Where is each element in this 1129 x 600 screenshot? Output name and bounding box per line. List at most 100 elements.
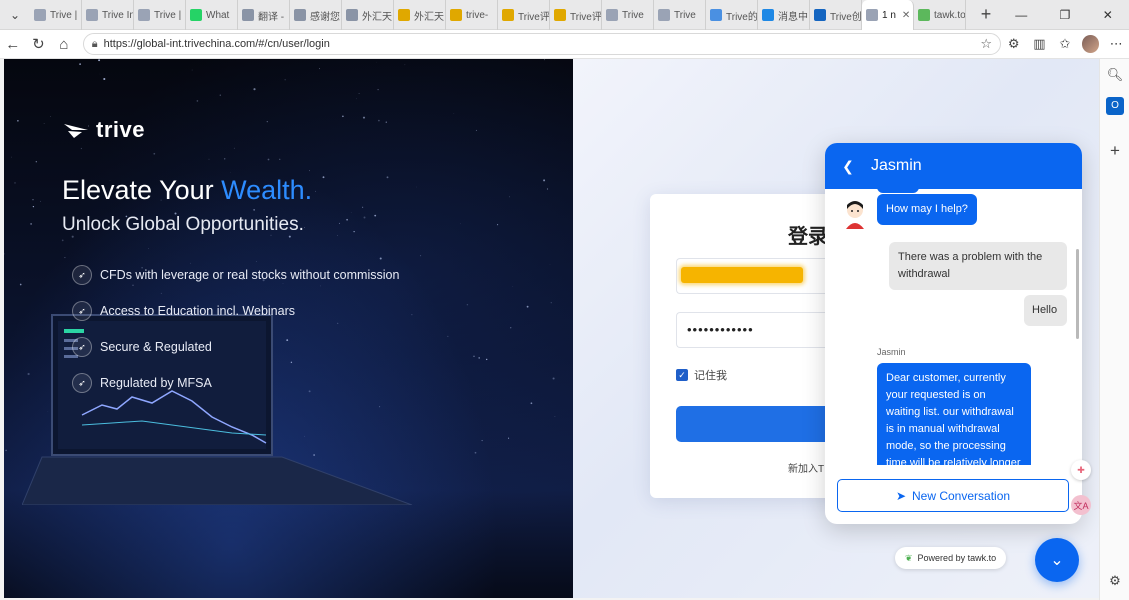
browser-tab[interactable]: 1 n ✕ bbox=[862, 0, 914, 30]
star bbox=[99, 73, 101, 75]
outlook-icon[interactable]: O bbox=[1106, 97, 1124, 115]
promo-headline: Elevate Your Wealth. bbox=[62, 175, 312, 206]
star bbox=[404, 64, 406, 66]
tawk-leaf-icon: ❦ bbox=[905, 552, 913, 563]
star bbox=[358, 92, 360, 95]
chat-messages[interactable]: How may I help? There was a problem with… bbox=[825, 189, 1082, 465]
browser-tab[interactable]: 外汇天 bbox=[394, 0, 446, 30]
star bbox=[253, 209, 255, 211]
star bbox=[17, 119, 19, 122]
tab-label: 消息中 bbox=[778, 11, 808, 23]
star bbox=[4, 253, 5, 255]
star bbox=[5, 449, 7, 452]
star bbox=[353, 230, 355, 233]
split-screen-icon[interactable]: ▥ bbox=[1027, 36, 1053, 52]
remember-me-row[interactable]: ✓ 记住我 bbox=[676, 367, 727, 383]
profile-avatar[interactable] bbox=[1081, 35, 1100, 53]
browser-tab[interactable]: Trive创 bbox=[810, 0, 862, 30]
browser-tab[interactable]: Trive bbox=[654, 0, 706, 30]
login-button[interactable] bbox=[676, 406, 840, 442]
tab-label: 外汇天 bbox=[414, 11, 444, 23]
star bbox=[543, 179, 546, 182]
translate-float-icon[interactable]: 文A bbox=[1071, 495, 1091, 515]
new-tab-button[interactable]: + bbox=[973, 0, 999, 29]
feature-item: ➶ CFDs with leverage or real stocks witho… bbox=[72, 257, 399, 293]
star bbox=[337, 235, 338, 236]
more-menu-icon[interactable]: ⋯ bbox=[1103, 36, 1129, 52]
tab-favicon-icon bbox=[554, 9, 566, 21]
chat-scrollbar[interactable] bbox=[1076, 249, 1079, 339]
chat-back-icon[interactable]: ❮ bbox=[825, 158, 871, 175]
window-controls: — ❐ ✕ bbox=[999, 0, 1129, 29]
browser-tab-strip: ⌄ Trive | Trive In Trive | What 翻译 - 感谢您 外汇天 外汇… bbox=[0, 0, 1129, 30]
extensions-icon[interactable]: ⚙ bbox=[1001, 36, 1027, 52]
feature-bullet-icon: ➶ bbox=[72, 337, 92, 357]
url-bar[interactable]: 🔒︎ https://global-int.trivechina.com/#/c… bbox=[82, 33, 1001, 55]
close-tab-icon[interactable]: ✕ bbox=[902, 10, 910, 21]
chat-minimize-button[interactable]: ⌄ bbox=[1035, 538, 1079, 582]
browser-tab[interactable]: Trive bbox=[602, 0, 654, 30]
back-icon[interactable]: ← bbox=[0, 36, 26, 53]
star bbox=[191, 69, 193, 71]
browser-tab[interactable]: Trive评 bbox=[550, 0, 602, 30]
address-toolbar: ← ↻ ⌂ 🔒︎ https://global-int.trivechina.c… bbox=[0, 30, 1129, 59]
star bbox=[208, 158, 210, 160]
settings-gear-icon[interactable]: ⚙ bbox=[1106, 573, 1124, 591]
tab-label: Trive创 bbox=[830, 11, 862, 23]
star bbox=[363, 216, 366, 219]
browser-tab[interactable]: Trive In bbox=[82, 0, 134, 30]
browser-tab[interactable]: 外汇天 bbox=[342, 0, 394, 30]
trive-logo[interactable]: trive bbox=[62, 117, 145, 143]
feature-list: ➶ CFDs with leverage or real stocks witho… bbox=[72, 257, 399, 401]
refresh-icon[interactable]: ↻ bbox=[26, 35, 52, 53]
star bbox=[253, 88, 256, 91]
browser-tab[interactable]: Trive评 bbox=[498, 0, 550, 30]
feature-text: Access to Education incl. Webinars bbox=[100, 304, 296, 318]
close-window-icon[interactable]: ✕ bbox=[1103, 8, 1113, 22]
star bbox=[377, 88, 379, 91]
star bbox=[308, 170, 311, 172]
browser-tab[interactable]: 翻译 - bbox=[238, 0, 290, 30]
remember-me-checkbox[interactable]: ✓ bbox=[676, 369, 688, 381]
username-input[interactable] bbox=[676, 258, 840, 294]
favorites-icon[interactable]: ✩ bbox=[1052, 36, 1078, 52]
restore-icon[interactable]: ❐ bbox=[1060, 8, 1071, 22]
tab-favicon-icon bbox=[918, 9, 930, 21]
tab-favicon-icon bbox=[606, 9, 618, 21]
star bbox=[350, 212, 352, 213]
star bbox=[279, 158, 281, 160]
browser-tab[interactable]: Trive的 bbox=[706, 0, 758, 30]
star bbox=[453, 113, 455, 115]
browser-tab[interactable]: tawk.to bbox=[914, 0, 966, 30]
star bbox=[103, 77, 106, 81]
home-icon[interactable]: ⌂ bbox=[51, 36, 77, 53]
star bbox=[475, 129, 477, 131]
tab-actions-menu-icon[interactable]: ⌄ bbox=[0, 0, 30, 29]
browser-tab[interactable]: Trive | bbox=[30, 0, 82, 30]
lock-icon[interactable]: 🔒︎ bbox=[92, 38, 98, 51]
password-input[interactable]: •••••••••••• bbox=[676, 312, 840, 348]
star bbox=[319, 68, 320, 70]
browser-tab[interactable]: Trive | bbox=[134, 0, 186, 30]
search-icon[interactable]: 🔍︎ bbox=[1106, 67, 1124, 85]
add-sidebar-app-icon[interactable]: + bbox=[1106, 141, 1124, 160]
join-link[interactable]: 新加入T bbox=[788, 460, 824, 475]
star bbox=[61, 239, 64, 242]
star bbox=[233, 147, 235, 149]
browser-tab[interactable]: 感谢您 bbox=[290, 0, 342, 30]
star bbox=[497, 224, 499, 226]
trive-logo-mark-icon bbox=[64, 124, 88, 138]
apps-float-icon[interactable]: ✚ bbox=[1071, 460, 1091, 480]
browser-tab[interactable]: trive- bbox=[446, 0, 498, 30]
tab-label: Trive评 bbox=[518, 11, 550, 23]
new-conversation-button[interactable]: ➤ New Conversation bbox=[837, 479, 1069, 512]
tab-favicon-icon bbox=[866, 9, 878, 21]
minimize-icon[interactable]: — bbox=[1015, 8, 1027, 22]
url-text: https://global-int.trivechina.com/#/cn/u… bbox=[103, 38, 330, 50]
powered-by-badge[interactable]: ❦ Powered by tawk.to bbox=[895, 547, 1007, 569]
tab-label: Trive bbox=[674, 9, 696, 21]
browser-tab[interactable]: What bbox=[186, 0, 238, 30]
star bbox=[362, 116, 366, 119]
browser-tab[interactable]: 消息中 bbox=[758, 0, 810, 30]
favorite-star-icon[interactable]: ☆ bbox=[980, 36, 992, 52]
